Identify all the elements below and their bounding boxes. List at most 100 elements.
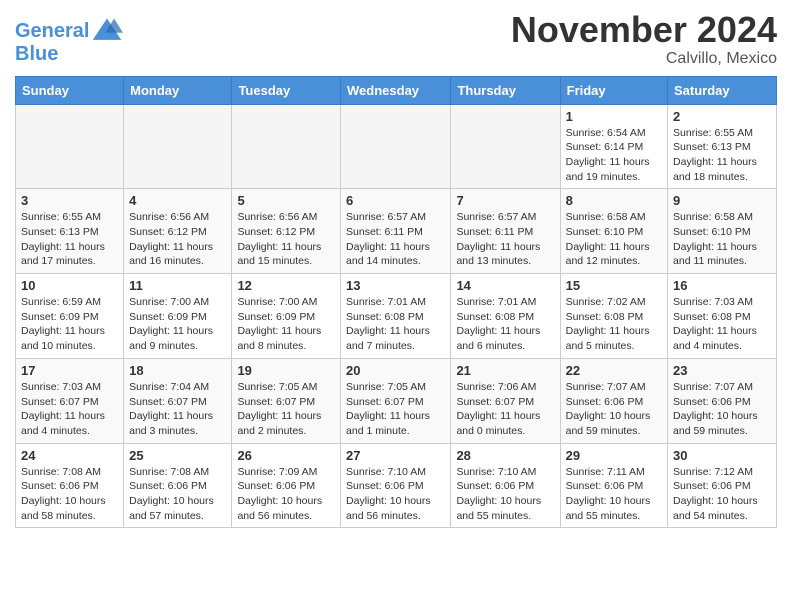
day-number: 12 xyxy=(237,278,335,293)
calendar-week-row: 3 Sunrise: 6:55 AMSunset: 6:13 PMDaylight… xyxy=(16,189,777,274)
day-number: 16 xyxy=(673,278,771,293)
day-info: Sunrise: 7:10 AMSunset: 6:06 PMDaylight:… xyxy=(346,465,445,524)
day-number: 24 xyxy=(21,448,118,463)
day-number: 9 xyxy=(673,193,771,208)
day-info: Sunrise: 6:57 AMSunset: 6:11 PMDaylight:… xyxy=(456,210,554,269)
day-number: 4 xyxy=(129,193,226,208)
day-number: 7 xyxy=(456,193,554,208)
day-number: 13 xyxy=(346,278,445,293)
calendar-header-row: SundayMondayTuesdayWednesdayThursdayFrid… xyxy=(16,76,777,104)
title-area: November 2024 Calvillo, Mexico xyxy=(511,10,777,68)
day-info: Sunrise: 7:00 AMSunset: 6:09 PMDaylight:… xyxy=(129,295,226,354)
day-number: 3 xyxy=(21,193,118,208)
calendar-day-cell: 24Sunrise: 7:08 AMSunset: 6:06 PMDayligh… xyxy=(16,443,124,528)
day-number: 1 xyxy=(566,109,662,124)
calendar-day-cell: 14 Sunrise: 7:01 AMSunset: 6:08 PMDayligh… xyxy=(451,274,560,359)
calendar-day-cell: 12 Sunrise: 7:00 AMSunset: 6:09 PMDayligh… xyxy=(232,274,341,359)
header: General Blue November 2024 Calvillo, Mex… xyxy=(15,10,777,68)
day-info: Sunrise: 7:11 AMSunset: 6:06 PMDaylight:… xyxy=(566,465,662,524)
calendar-day-header: Tuesday xyxy=(232,76,341,104)
month-title: November 2024 xyxy=(511,10,777,50)
calendar-day-header: Monday xyxy=(124,76,232,104)
calendar-day-header: Wednesday xyxy=(341,76,451,104)
location: Calvillo, Mexico xyxy=(511,50,777,68)
day-info: Sunrise: 7:07 AMSunset: 6:06 PMDaylight:… xyxy=(673,380,771,439)
day-info: Sunrise: 6:58 AMSunset: 6:10 PMDaylight:… xyxy=(566,210,662,269)
calendar-week-row: 10Sunrise: 6:59 AMSunset: 6:09 PMDayligh… xyxy=(16,274,777,359)
calendar: SundayMondayTuesdayWednesdayThursdayFrid… xyxy=(15,76,777,529)
calendar-week-row: 17 Sunrise: 7:03 AMSunset: 6:07 PMDayligh… xyxy=(16,358,777,443)
day-info: Sunrise: 6:55 AMSunset: 6:13 PMDaylight:… xyxy=(21,210,118,269)
calendar-day-cell: 18 Sunrise: 7:04 AMSunset: 6:07 PMDayligh… xyxy=(124,358,232,443)
calendar-day-cell: 21Sunrise: 7:06 AMSunset: 6:07 PMDayligh… xyxy=(451,358,560,443)
calendar-week-row: 24 Sunrise: 7:08 AMSunset: 6:06 PMDayligh… xyxy=(16,443,777,528)
calendar-day-cell: 10Sunrise: 6:59 AMSunset: 6:09 PMDayligh… xyxy=(16,274,124,359)
day-info: Sunrise: 6:57 AMSunset: 6:11 PMDaylight:… xyxy=(346,210,445,269)
calendar-day-cell: 9 Sunrise: 6:58 AMSunset: 6:10 PMDaylight… xyxy=(668,189,777,274)
day-info: Sunrise: 7:04 AMSunset: 6:07 PMDaylight:… xyxy=(129,380,226,439)
calendar-day-cell xyxy=(124,104,232,189)
day-info: Sunrise: 7:01 AMSunset: 6:08 PMDaylight:… xyxy=(456,295,554,354)
day-number: 21 xyxy=(456,363,554,378)
calendar-day-header: Thursday xyxy=(451,76,560,104)
calendar-day-cell: 28 Sunrise: 7:10 AMSunset: 6:06 PMDayligh… xyxy=(451,443,560,528)
day-number: 29 xyxy=(566,448,662,463)
page: General Blue November 2024 Calvillo, Mex… xyxy=(0,0,792,543)
day-info: Sunrise: 7:02 AMSunset: 6:08 PMDaylight:… xyxy=(566,295,662,354)
day-info: Sunrise: 7:05 AMSunset: 6:07 PMDaylight:… xyxy=(237,380,335,439)
day-number: 2 xyxy=(673,109,771,124)
day-number: 8 xyxy=(566,193,662,208)
day-info: Sunrise: 6:56 AMSunset: 6:12 PMDaylight:… xyxy=(237,210,335,269)
calendar-day-cell: 30Sunrise: 7:12 AMSunset: 6:06 PMDayligh… xyxy=(668,443,777,528)
calendar-day-cell: 23 Sunrise: 7:07 AMSunset: 6:06 PMDayligh… xyxy=(668,358,777,443)
day-number: 27 xyxy=(346,448,445,463)
day-info: Sunrise: 7:00 AMSunset: 6:09 PMDaylight:… xyxy=(237,295,335,354)
calendar-day-cell: 22Sunrise: 7:07 AMSunset: 6:06 PMDayligh… xyxy=(560,358,667,443)
calendar-week-row: 1Sunrise: 6:54 AMSunset: 6:14 PMDaylight… xyxy=(16,104,777,189)
day-number: 14 xyxy=(456,278,554,293)
calendar-day-cell: 25Sunrise: 7:08 AMSunset: 6:06 PMDayligh… xyxy=(124,443,232,528)
day-number: 18 xyxy=(129,363,226,378)
day-number: 15 xyxy=(566,278,662,293)
calendar-day-cell: 1Sunrise: 6:54 AMSunset: 6:14 PMDaylight… xyxy=(560,104,667,189)
logo-icon xyxy=(91,15,123,47)
day-number: 17 xyxy=(21,363,118,378)
day-number: 26 xyxy=(237,448,335,463)
logo-text: General xyxy=(15,20,89,42)
calendar-day-cell: 3 Sunrise: 6:55 AMSunset: 6:13 PMDaylight… xyxy=(16,189,124,274)
calendar-day-cell: 8 Sunrise: 6:58 AMSunset: 6:10 PMDaylight… xyxy=(560,189,667,274)
calendar-day-cell xyxy=(451,104,560,189)
calendar-day-cell: 17 Sunrise: 7:03 AMSunset: 6:07 PMDayligh… xyxy=(16,358,124,443)
day-number: 23 xyxy=(673,363,771,378)
day-number: 11 xyxy=(129,278,226,293)
day-info: Sunrise: 7:03 AMSunset: 6:07 PMDaylight:… xyxy=(21,380,118,439)
day-number: 28 xyxy=(456,448,554,463)
calendar-day-header: Friday xyxy=(560,76,667,104)
calendar-day-cell: 2 Sunrise: 6:55 AMSunset: 6:13 PMDaylight… xyxy=(668,104,777,189)
calendar-day-cell: 4Sunrise: 6:56 AMSunset: 6:12 PMDaylight… xyxy=(124,189,232,274)
calendar-day-cell: 27 Sunrise: 7:10 AMSunset: 6:06 PMDayligh… xyxy=(341,443,451,528)
day-number: 30 xyxy=(673,448,771,463)
logo: General Blue xyxy=(15,15,123,66)
calendar-day-cell xyxy=(16,104,124,189)
day-info: Sunrise: 7:05 AMSunset: 6:07 PMDaylight:… xyxy=(346,380,445,439)
day-info: Sunrise: 6:58 AMSunset: 6:10 PMDaylight:… xyxy=(673,210,771,269)
calendar-day-cell: 15 Sunrise: 7:02 AMSunset: 6:08 PMDayligh… xyxy=(560,274,667,359)
calendar-day-cell: 16Sunrise: 7:03 AMSunset: 6:08 PMDayligh… xyxy=(668,274,777,359)
calendar-day-cell: 6 Sunrise: 6:57 AMSunset: 6:11 PMDaylight… xyxy=(341,189,451,274)
calendar-day-cell xyxy=(232,104,341,189)
day-info: Sunrise: 7:08 AMSunset: 6:06 PMDaylight:… xyxy=(129,465,226,524)
calendar-day-cell: 26 Sunrise: 7:09 AMSunset: 6:06 PMDayligh… xyxy=(232,443,341,528)
calendar-day-cell: 11 Sunrise: 7:00 AMSunset: 6:09 PMDayligh… xyxy=(124,274,232,359)
day-info: Sunrise: 6:55 AMSunset: 6:13 PMDaylight:… xyxy=(673,126,771,185)
calendar-day-cell xyxy=(341,104,451,189)
calendar-day-cell: 7 Sunrise: 6:57 AMSunset: 6:11 PMDaylight… xyxy=(451,189,560,274)
calendar-day-cell: 29 Sunrise: 7:11 AMSunset: 6:06 PMDayligh… xyxy=(560,443,667,528)
calendar-day-header: Sunday xyxy=(16,76,124,104)
day-info: Sunrise: 7:09 AMSunset: 6:06 PMDaylight:… xyxy=(237,465,335,524)
calendar-day-cell: 13Sunrise: 7:01 AMSunset: 6:08 PMDayligh… xyxy=(341,274,451,359)
day-number: 5 xyxy=(237,193,335,208)
day-number: 6 xyxy=(346,193,445,208)
day-info: Sunrise: 7:10 AMSunset: 6:06 PMDaylight:… xyxy=(456,465,554,524)
day-info: Sunrise: 6:59 AMSunset: 6:09 PMDaylight:… xyxy=(21,295,118,354)
